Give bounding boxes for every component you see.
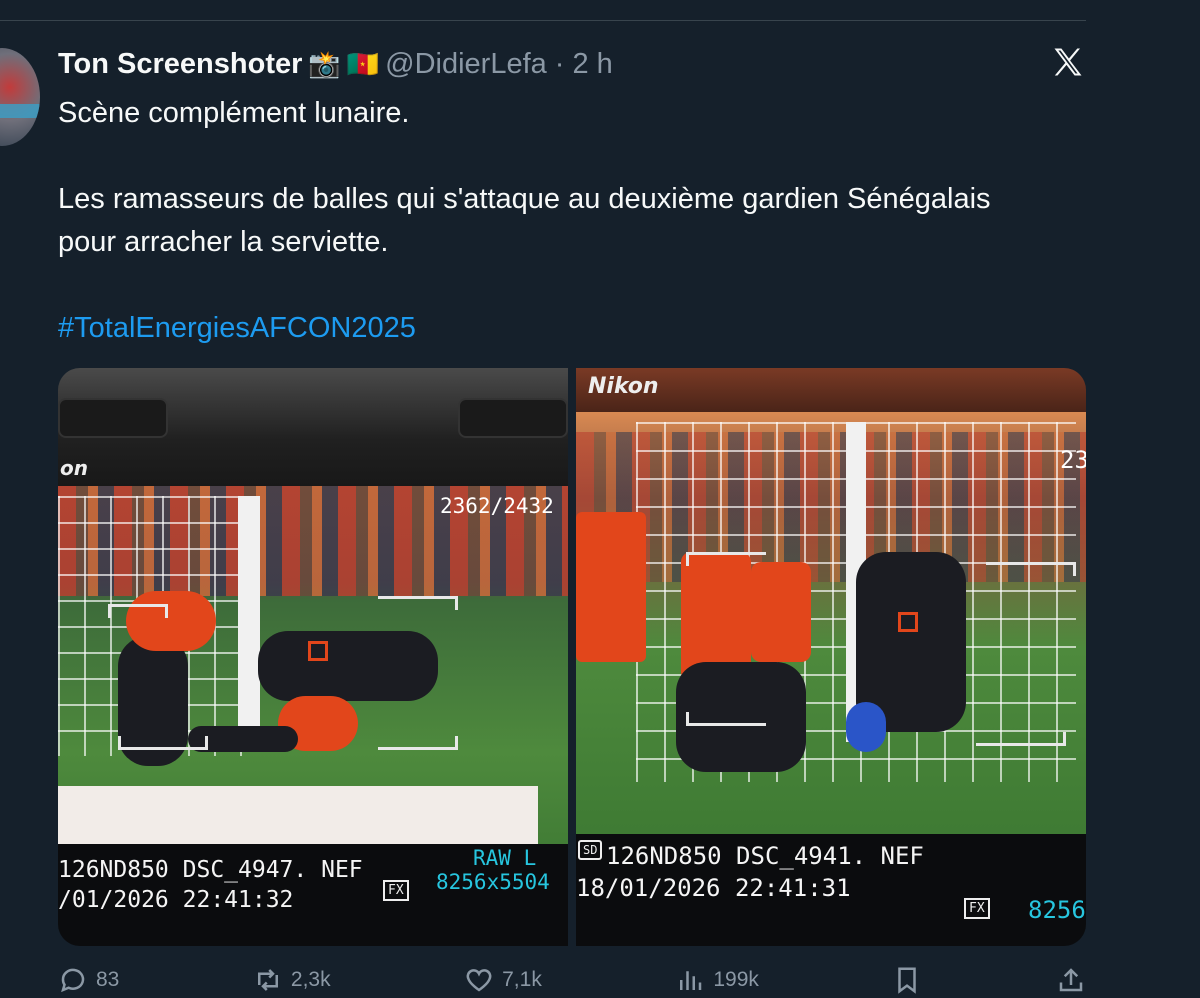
media-grid: on 2362/2432 126ND850 DSC_4947. NEF /01/… [58, 368, 1086, 946]
avatar[interactable] [0, 48, 40, 146]
separator-dot: · [554, 47, 565, 80]
hashtag-link[interactable]: #TotalEnergiesAFCON2025 [58, 307, 1098, 350]
fx-badge: FX [383, 880, 409, 901]
tweet-text-line: pour arracher la serviette. [58, 226, 389, 258]
af-bracket [108, 604, 168, 618]
af-bracket [686, 552, 766, 566]
frame-counter: 2362/2432 [440, 494, 554, 518]
tweet-text-line: Les ramasseurs de balles qui s'attaque a… [58, 183, 991, 215]
like-button[interactable]: 7,1k [464, 965, 542, 995]
tweet-text-line: Scène complément lunaire. [58, 97, 410, 129]
capture-date: 18/01/2026 22:41:31 [576, 874, 851, 902]
capture-date: /01/2026 22:41:32 [58, 887, 294, 913]
af-bracket [976, 732, 1066, 746]
camera-hinge [58, 398, 168, 438]
af-bracket [118, 736, 208, 750]
photo-right[interactable]: Nikon 23 SD 126ND850 DSC_4941. NEF 18/01… [576, 368, 1086, 946]
file-name: 126ND850 DSC_4941. NEF [606, 842, 924, 870]
repost-icon [257, 969, 278, 991]
display-name[interactable]: Ton Screenshoter [58, 48, 302, 81]
goal-post [238, 496, 260, 736]
ballboy-vest [576, 512, 646, 662]
sd-card-icon: SD [578, 840, 603, 860]
tweet-text: Scène complément lunaire. Les ramasseurs… [58, 92, 1098, 350]
views-icon [680, 971, 702, 990]
share-icon [1059, 968, 1083, 992]
af-bracket [686, 712, 766, 726]
ballboy-vest [751, 562, 811, 662]
camera-screen [576, 412, 1086, 842]
reply-icon [61, 968, 85, 993]
camera-brand: Nikon [588, 374, 659, 399]
frame-counter: 23 [1060, 446, 1086, 474]
bookmark-button[interactable] [892, 965, 922, 995]
af-bracket [378, 596, 458, 610]
handle[interactable]: @DidierLefa [385, 48, 547, 81]
view-count: 199k [713, 968, 759, 991]
camera-hinge [458, 398, 568, 438]
image-resolution: 8256 [1028, 896, 1086, 924]
views-button[interactable]: 199k [675, 965, 759, 995]
af-bracket [986, 562, 1076, 576]
action-bar: 83 2,3k 7,1k 199k [58, 962, 1086, 998]
timestamp[interactable]: 2 h [572, 48, 612, 81]
file-name: 126ND850 DSC_4947. NEF [58, 857, 363, 883]
x-logo-icon[interactable] [1050, 44, 1086, 80]
repost-button[interactable]: 2,3k [253, 965, 331, 995]
af-bracket [378, 736, 458, 750]
camera-brand: on [60, 456, 88, 480]
like-count: 7,1k [502, 968, 542, 991]
share-button[interactable] [1056, 965, 1086, 995]
image-resolution: 8256x5504 [436, 870, 550, 894]
fx-badge: FX [964, 898, 990, 919]
af-point-icon [898, 612, 918, 632]
bookmark-icon [898, 967, 917, 994]
towel [846, 702, 886, 752]
reply-count: 83 [96, 968, 120, 991]
heart-icon [466, 969, 492, 992]
tweet-header: Ton Screenshoter 📸 🇨🇲 @DidierLefa · 2 h [58, 44, 613, 84]
camera-screen [58, 486, 568, 866]
avatar-detail [0, 104, 40, 118]
photo-left[interactable]: on 2362/2432 126ND850 DSC_4947. NEF /01/… [58, 368, 568, 946]
top-divider [0, 20, 1086, 21]
ballboy-vest [126, 591, 216, 651]
image-quality: RAW L [473, 846, 537, 870]
reply-button[interactable]: 83 [58, 965, 119, 995]
goalkeeper-figure [258, 631, 438, 701]
repost-count: 2,3k [290, 968, 331, 991]
af-point-icon [308, 641, 328, 661]
camera-flash-emoji: 📸 [308, 48, 341, 79]
cameroon-flag-emoji: 🇨🇲 [346, 48, 380, 79]
